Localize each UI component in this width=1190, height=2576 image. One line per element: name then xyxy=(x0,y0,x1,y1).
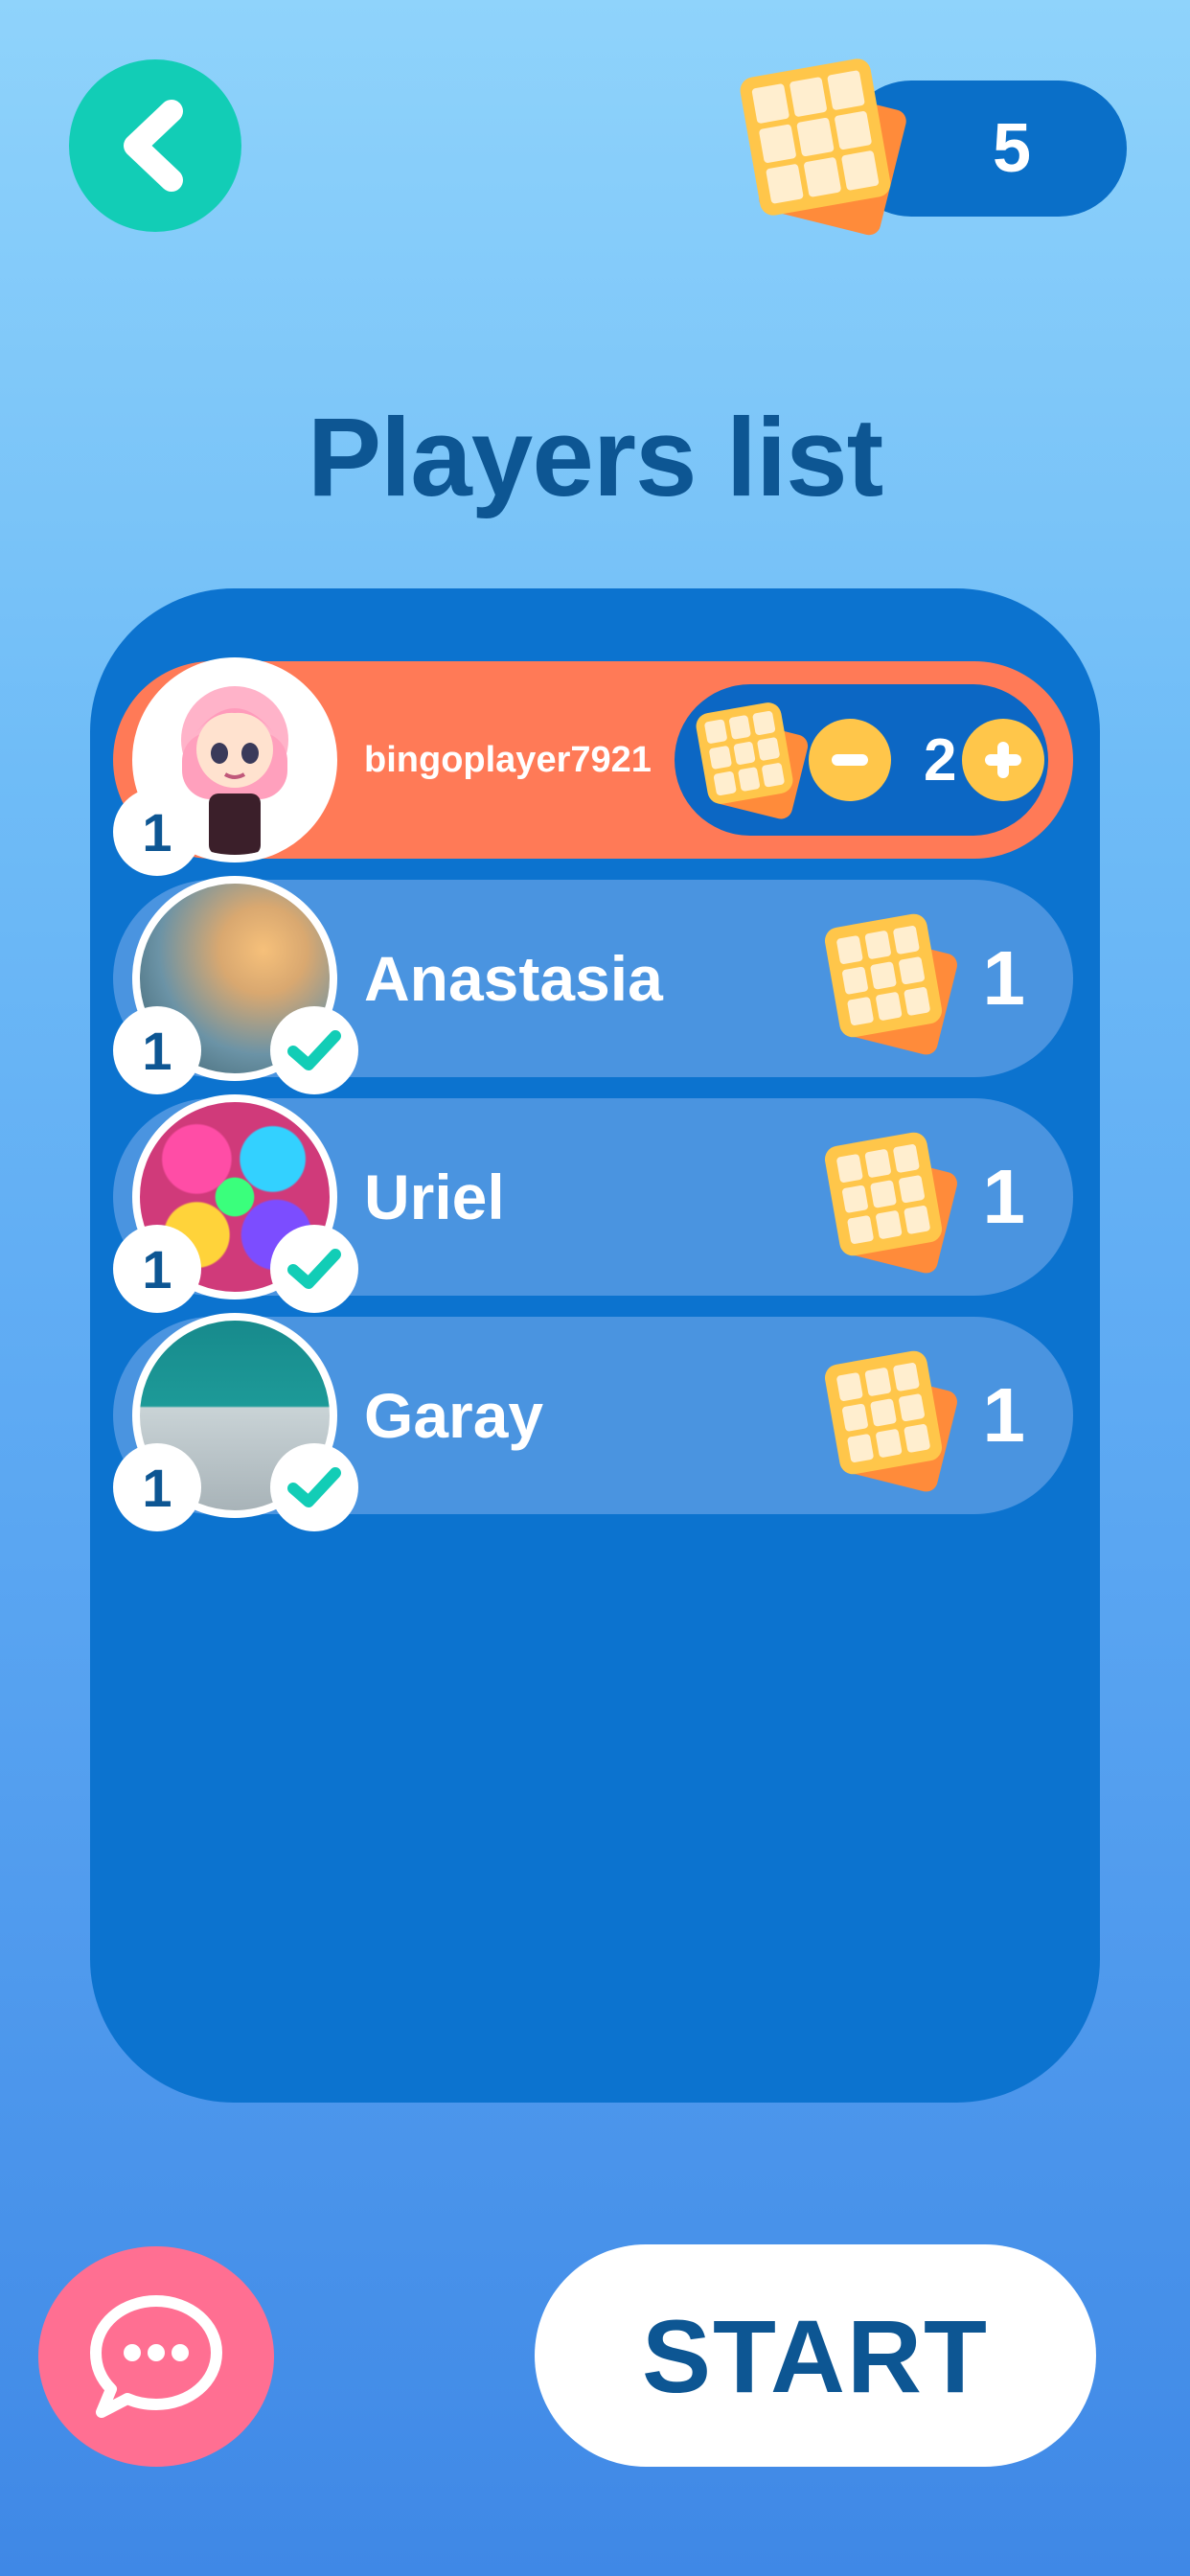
player-row: 1 Anastasia 1 xyxy=(113,876,1073,1094)
player-rank-badge: 1 xyxy=(113,1006,201,1094)
back-button[interactable] xyxy=(69,59,241,232)
player-name: bingoplayer7921 xyxy=(364,739,652,780)
minus-icon xyxy=(832,754,868,766)
ready-check-badge xyxy=(270,1225,358,1313)
player-row-me: 1 bingoplayer7921 2 xyxy=(113,657,1073,876)
player-name: Garay xyxy=(364,1380,544,1451)
increase-cards-button[interactable] xyxy=(962,719,1044,801)
back-arrow-icon xyxy=(124,100,183,192)
bingo-card-icon xyxy=(811,899,960,1062)
ready-check-badge xyxy=(270,1006,358,1094)
plus-icon xyxy=(985,742,1021,778)
check-icon xyxy=(287,1249,341,1289)
check-icon xyxy=(287,1467,341,1507)
decrease-cards-button[interactable] xyxy=(809,719,891,801)
player-card-count: 1 xyxy=(982,935,1026,1021)
player-card-count: 1 xyxy=(982,1372,1026,1458)
bingo-card-icon xyxy=(684,688,811,832)
bingo-card-icon xyxy=(811,1336,960,1499)
page-title: Players list xyxy=(307,395,884,519)
player-row: 1 Garay 1 xyxy=(113,1313,1073,1531)
player-name: Uriel xyxy=(364,1162,505,1232)
check-icon xyxy=(287,1030,341,1070)
ready-check-badge xyxy=(270,1443,358,1531)
start-button[interactable]: START xyxy=(535,2244,1096,2467)
player-rank-badge: 1 xyxy=(113,1225,201,1313)
chat-bubble-icon xyxy=(90,2295,222,2418)
card-quantity-stepper: 2 xyxy=(675,684,1048,836)
card-quantity-value: 2 xyxy=(924,726,957,794)
bingo-card-icon xyxy=(728,50,920,242)
player-rank-badge: 1 xyxy=(113,1443,201,1531)
bingo-card-icon xyxy=(811,1117,960,1280)
player-name: Anastasia xyxy=(364,943,663,1014)
player-card-count: 1 xyxy=(982,1154,1026,1239)
player-rank-badge: 1 xyxy=(113,788,201,876)
chat-button[interactable] xyxy=(38,2246,274,2467)
card-balance-count: 5 xyxy=(992,110,1031,187)
player-row: 1 Uriel 1 xyxy=(113,1094,1073,1313)
